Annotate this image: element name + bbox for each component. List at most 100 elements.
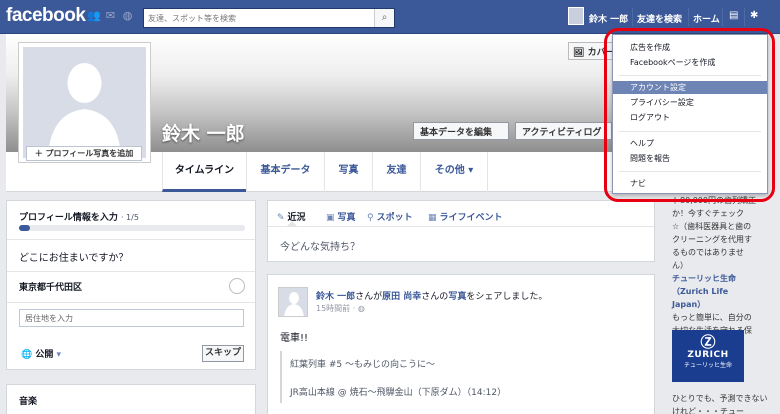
activity-log-button[interactable]: アクティビティログ bbox=[515, 122, 612, 140]
ad-2-title: Japan） bbox=[672, 300, 706, 309]
profile-progress-bar bbox=[19, 225, 245, 231]
nav-avatar[interactable] bbox=[568, 7, 584, 25]
ad-3-line: ひとりでも、予測できない bbox=[672, 394, 768, 403]
nav-home[interactable]: ホーム bbox=[693, 12, 720, 25]
post-author-avatar[interactable] bbox=[278, 287, 308, 317]
composer-tab-label: 写真 bbox=[337, 213, 356, 223]
profile-completion-count: · 1/5 bbox=[120, 213, 139, 222]
ad-1[interactable]: ト80,000円の歯列矯正 か！今すぐチェック ☆（歯科医器具と歯の クリーニン… bbox=[672, 194, 772, 272]
pencil-icon: ✎ bbox=[277, 213, 285, 223]
post-time: 15時間前 bbox=[316, 304, 351, 313]
residence-input-box bbox=[19, 309, 244, 327]
ad-1-line: ん） bbox=[672, 261, 688, 270]
photo-icon: ▣ bbox=[326, 213, 335, 223]
ad-1-line: ト80,000円の歯列矯正 bbox=[672, 196, 756, 205]
composer-tab-photo[interactable]: ▣ 写真 bbox=[326, 210, 356, 223]
timeline-post: 鈴木 一郎さんが原田 尚幸さんの写真をシェアしました。 15時間前 · ◍ 電車… bbox=[267, 274, 655, 414]
post-photo-link[interactable]: 写真 bbox=[448, 292, 466, 302]
add-profile-photo-button[interactable]: ＋ プロフィール写真を追加 bbox=[26, 146, 142, 161]
music-title: 音楽 bbox=[19, 397, 38, 407]
zurich-logo[interactable]: Ⓩ ZURICH チューリッヒ生命 bbox=[672, 330, 744, 382]
divider bbox=[7, 302, 255, 303]
skip-button[interactable]: スキップ bbox=[202, 345, 244, 362]
residence-option-radio[interactable] bbox=[229, 278, 245, 294]
facebook-logo[interactable]: facebook bbox=[6, 5, 86, 27]
friend-requests-icon[interactable]: 👥 bbox=[87, 10, 101, 22]
music-card: 音楽 bbox=[6, 384, 256, 414]
privacy-shortcuts-icon[interactable]: ▤ bbox=[729, 10, 738, 22]
divider bbox=[7, 239, 255, 240]
ad-1-line: クリーニングを代用す bbox=[672, 235, 752, 244]
zurich-z-icon: Ⓩ bbox=[700, 333, 716, 351]
menu-item-report-problem[interactable]: 問題を報告 bbox=[613, 152, 767, 165]
tab-more[interactable]: その他 ▾ bbox=[420, 152, 488, 192]
menu-item-create-page[interactable]: Facebookページを作成 bbox=[613, 56, 767, 69]
ad-3-line: けれど・・・チュー bbox=[672, 407, 744, 414]
ad-1-line: るものではありませ bbox=[672, 248, 744, 257]
messages-icon[interactable]: ✉ bbox=[104, 10, 117, 22]
profile-picture[interactable] bbox=[18, 42, 151, 163]
default-avatar-silhouette-icon bbox=[284, 292, 304, 316]
composer-tab-place[interactable]: ⚲ スポット bbox=[367, 210, 413, 223]
menu-item-account-settings[interactable]: アカウント設定 bbox=[613, 81, 767, 94]
profile-completion-card: プロフィール情報を入力 · 1/5 どこにお住まいですか？ 東京都千代田区 🌐 … bbox=[6, 200, 256, 370]
post-body: 電車!! bbox=[280, 333, 309, 344]
quote-subtitle: JR高山本線 @ 焼石〜飛騨金山（下原ダム）（14:12） bbox=[290, 388, 507, 398]
add-cover-label: カバー bbox=[587, 48, 615, 58]
tab-about[interactable]: 基本データ bbox=[246, 152, 324, 192]
search-icon[interactable]: ⌕ bbox=[374, 9, 394, 27]
profile-name[interactable]: 鈴木 一郎 bbox=[162, 119, 245, 146]
globe-icon: 🌐 bbox=[21, 350, 33, 360]
menu-item-create-ad[interactable]: 広告を作成 bbox=[613, 41, 767, 54]
search-input[interactable] bbox=[144, 9, 370, 27]
gear-icon[interactable]: ✱ bbox=[750, 10, 758, 22]
zurich-name: ZURICH bbox=[687, 350, 729, 360]
privacy-selector[interactable]: 🌐 公開 ▾ bbox=[21, 347, 61, 360]
residence-question: どこにお住まいですか？ bbox=[19, 253, 129, 264]
nav-divider bbox=[632, 8, 633, 26]
status-input[interactable]: 今どんな気持ち？ bbox=[280, 238, 360, 253]
menu-divider bbox=[619, 75, 761, 76]
ad-2-line: もっと簡単に、自分の bbox=[672, 313, 752, 322]
residence-option[interactable]: 東京都千代田区 bbox=[19, 280, 82, 293]
menu-item-logout[interactable]: ログアウト bbox=[613, 111, 767, 124]
nav-divider bbox=[688, 8, 689, 26]
edit-profile-button[interactable]: 基本データを編集 bbox=[413, 122, 509, 140]
post-header-text: さんが bbox=[355, 292, 383, 302]
status-composer: ✎ 近況 ▣ 写真 ⚲ スポット ▦ ライフイベント 今どんな気持ち？ bbox=[267, 200, 655, 262]
menu-divider bbox=[619, 131, 761, 132]
chevron-down-icon: ▾ bbox=[56, 350, 62, 360]
privacy-label: 公開 bbox=[35, 350, 54, 360]
tab-photos[interactable]: 写真 bbox=[324, 152, 372, 192]
default-avatar-silhouette-icon bbox=[48, 63, 121, 158]
nav-profile-name[interactable]: 鈴木 一郎 bbox=[589, 12, 628, 25]
nav-divider bbox=[744, 8, 745, 26]
post-author-link[interactable]: 鈴木 一郎 bbox=[316, 292, 355, 302]
divider bbox=[7, 271, 255, 272]
menu-item-privacy-settings[interactable]: プライバシー設定 bbox=[613, 96, 767, 109]
post-header-text: をシェアしました。 bbox=[466, 292, 548, 302]
search-box: ⌕ bbox=[143, 8, 395, 28]
location-pin-icon: ⚲ bbox=[367, 213, 374, 223]
composer-tab-life-event[interactable]: ▦ ライフイベント bbox=[428, 210, 503, 223]
profile-progress-fill bbox=[19, 225, 31, 231]
menu-item-navi[interactable]: ナビ bbox=[613, 177, 767, 190]
nav-divider bbox=[722, 8, 723, 26]
zurich-subtitle: チューリッヒ生命 bbox=[683, 362, 732, 369]
notifications-globe-icon[interactable]: ◍ bbox=[121, 10, 134, 22]
post-header-text: さんの bbox=[421, 292, 449, 302]
nav-find-friends[interactable]: 友達を検索 bbox=[637, 12, 682, 25]
ad-3[interactable]: ひとりでも、予測できない けれど・・・チュー bbox=[672, 392, 772, 414]
tab-friends[interactable]: 友達 bbox=[372, 152, 420, 192]
post-other-link[interactable]: 原田 尚幸 bbox=[382, 292, 421, 302]
menu-item-help[interactable]: ヘルプ bbox=[613, 137, 767, 150]
ad-2-title: （Zurich Life bbox=[672, 287, 729, 296]
residence-input[interactable] bbox=[20, 310, 243, 326]
post-timestamp[interactable]: 15時間前 · ◍ bbox=[316, 303, 365, 314]
tab-timeline[interactable]: タイムライン bbox=[162, 152, 246, 192]
ad-1-line: か！今すぐチェック bbox=[672, 209, 744, 218]
quote-bar bbox=[280, 351, 282, 403]
ad-2-title: チューリッヒ生命 bbox=[672, 274, 736, 283]
profile-completion-title: プロフィール情報を入力 bbox=[19, 213, 118, 223]
post-header: 鈴木 一郎さんが原田 尚幸さんの写真をシェアしました。 bbox=[316, 289, 547, 302]
